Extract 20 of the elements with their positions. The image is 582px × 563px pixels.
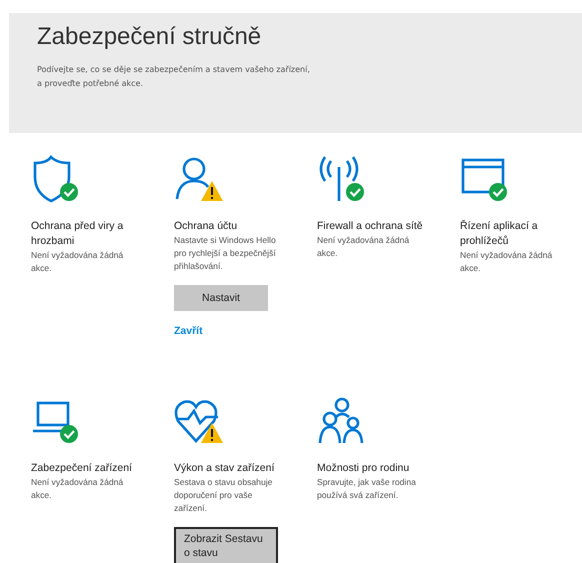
- page-subtitle: Podívejte se, co se děje se zabezpečením a stavem vašeho zařízení, a proveďte potřebné akce.: [37, 64, 311, 90]
- action-button[interactable]: Nastavit: [174, 285, 268, 311]
- tile-description: Není vyžadována žádná akce.: [317, 234, 410, 260]
- tile-description: Není vyžadována žádná akce.: [31, 476, 124, 502]
- dismiss-link[interactable]: Zavřít: [174, 325, 203, 337]
- tile-description: Není vyžadována žádná akce.: [31, 249, 124, 275]
- tile-title: Firewall a ochrana sítě: [317, 219, 424, 234]
- tile-title: Zabezpečení zařízení: [31, 461, 133, 476]
- tile-title: Možnosti pro rodinu: [317, 461, 410, 476]
- tile-title: Ochrana účtu: [174, 219, 238, 234]
- tile-description: Není vyžadována žádná akce.: [460, 249, 554, 275]
- page-title: Zabezpečení stručně: [37, 23, 262, 51]
- tile-title: Řízení aplikací a prohlížečů: [460, 219, 539, 249]
- tile-title: Výkon a stav zařízení: [174, 461, 276, 476]
- tile-description: Spravujte, jak vaše rodina používá svá zařízení.: [317, 476, 417, 502]
- tile-description: Sestava o stavu obsahuje doporučení pro vaše zařízení.: [174, 476, 274, 515]
- tile-title: Ochrana před viry a hrozbami: [31, 219, 124, 249]
- shield-check-icon: [31, 155, 81, 205]
- tile-description: Nastavte si Windows Hello pro rychlejší a bezpečnější přihlašování.: [174, 234, 276, 273]
- action-button[interactable]: Zobrazit Sestavu o stavu: [174, 527, 278, 563]
